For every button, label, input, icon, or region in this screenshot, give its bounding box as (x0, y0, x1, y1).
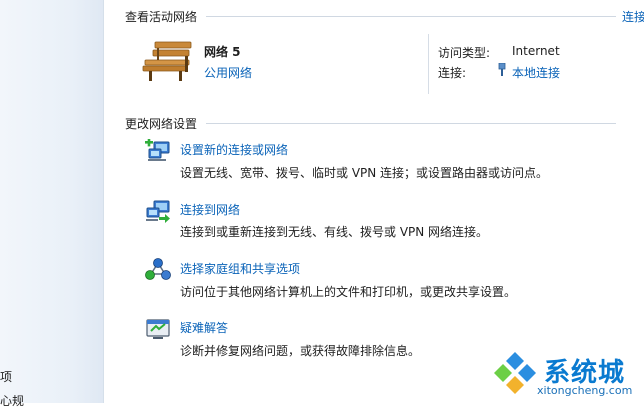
task-troubleshoot-link[interactable]: 疑难解答 (180, 319, 228, 336)
task-setup-new-connection-description: 设置无线、宽带、拨号、临时或 VPN 连接；或设置路由器或访问点。 (180, 166, 549, 180)
local-connection-link[interactable]: 本地连接 (512, 64, 560, 81)
task-homegroup-sharing-link[interactable]: 选择家庭组和共享选项 (180, 260, 300, 277)
left-navigation-pane: 项 心规 (0, 0, 104, 408)
task-homegroup-sharing-description: 访问位于其他网络计算机上的文件和打印机，或更改共享设置。 (180, 285, 517, 299)
sidebar-item-center[interactable]: 心规 (0, 392, 24, 409)
network-details-divider (428, 34, 429, 94)
section-divider (206, 123, 616, 124)
network-name: 网络 5 (204, 45, 241, 59)
network-category-link[interactable]: 公用网络 (204, 64, 252, 81)
sidebar-item-options[interactable]: 项 (0, 368, 12, 385)
watermark-url: xitongcheng.com (537, 384, 633, 397)
connect-disconnect-link[interactable]: 连接 (622, 8, 644, 25)
task-setup-new-connection-link[interactable]: 设置新的连接或网络 (180, 141, 288, 158)
troubleshoot-icon (146, 319, 170, 339)
task-troubleshoot-description: 诊断并修复网络问题，或获得故障排除信息。 (180, 344, 421, 358)
access-type-value: Internet (512, 44, 560, 58)
section-divider (206, 16, 616, 17)
task-connect-to-network-link[interactable]: 连接到网络 (180, 201, 240, 218)
task-connect-to-network-description: 连接到或重新连接到无线、有线、拨号或 VPN 网络连接。 (180, 225, 489, 239)
connections-label: 连接: (438, 66, 467, 80)
new-connection-icon (145, 139, 170, 161)
change-settings-title: 更改网络设置 (125, 117, 198, 131)
access-type-label: 访问类型: (438, 46, 491, 60)
public-network-bench-icon[interactable] (141, 40, 195, 82)
ethernet-connection-icon (498, 63, 506, 76)
connect-network-icon (146, 200, 170, 223)
homegroup-icon (145, 258, 171, 280)
active-networks-title: 查看活动网络 (125, 10, 198, 24)
watermark-logo-icon (494, 352, 536, 394)
